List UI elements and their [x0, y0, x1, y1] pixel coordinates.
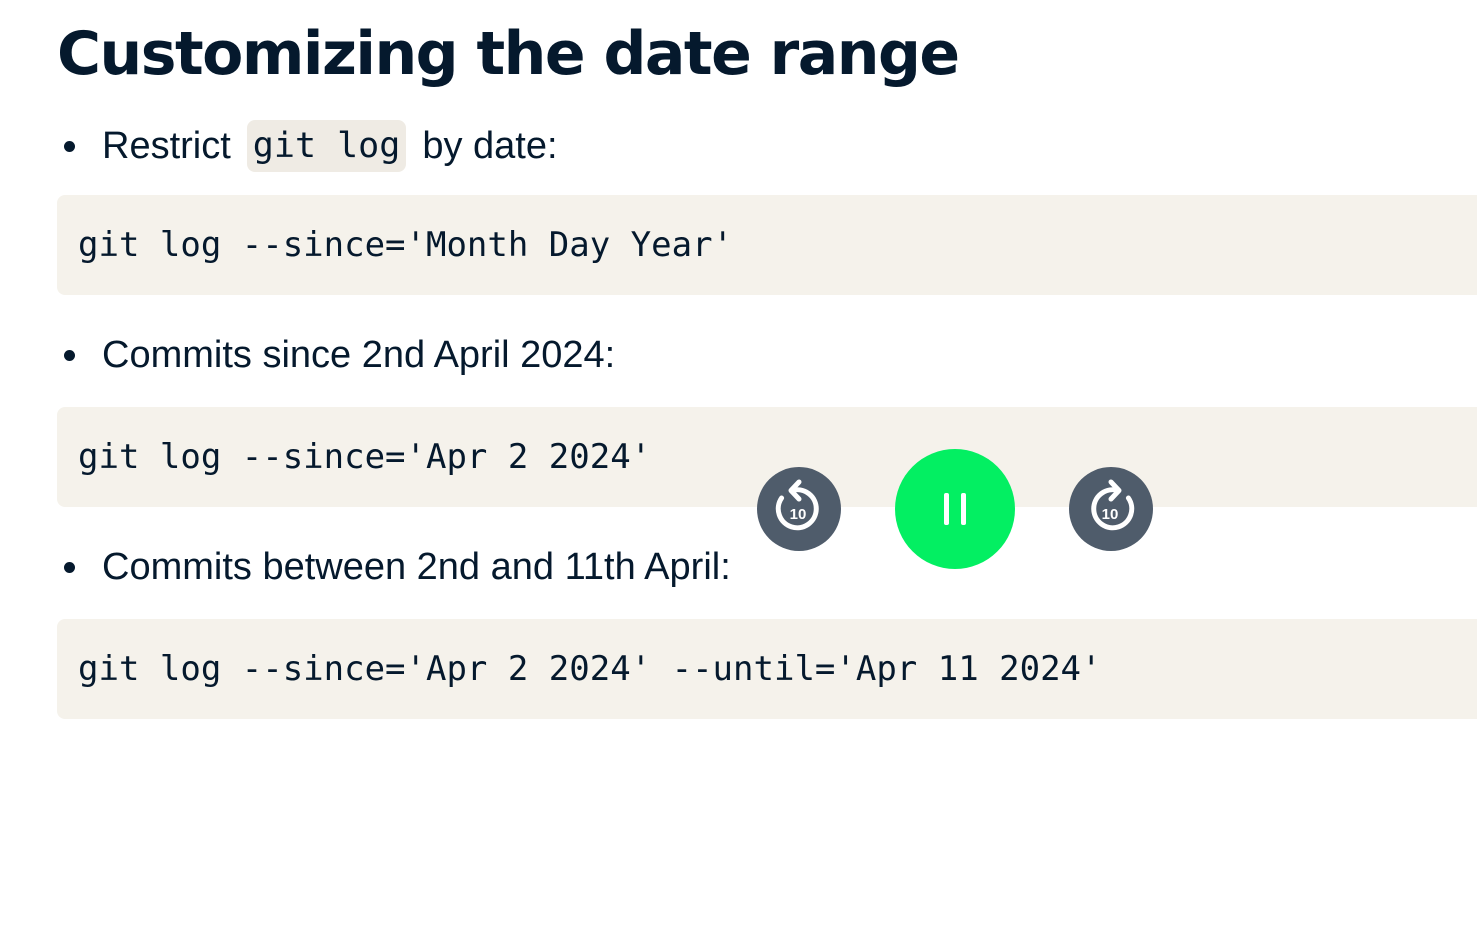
- slide-title: Customizing the date range: [57, 19, 960, 89]
- forward-seconds-label: 10: [1102, 506, 1119, 523]
- bullet-dot: [64, 562, 75, 573]
- bullet-text-before: Restrict: [102, 125, 231, 167]
- forward-10-button[interactable]: 10: [1069, 467, 1153, 551]
- rewind-seconds-label: 10: [790, 506, 807, 523]
- bullet-item-since: Commits since 2nd April 2024:: [64, 331, 616, 379]
- forward-10-icon: 10: [1091, 479, 1135, 531]
- inline-code-git-log: git log: [246, 120, 407, 172]
- code-block-since-until: git log --since='Apr 2 2024' --until='Ap…: [57, 619, 1477, 719]
- rewind-10-button[interactable]: 10: [757, 467, 841, 551]
- bullet-dot: [64, 350, 75, 361]
- code-line: git log --since='Month Day Year': [78, 225, 734, 265]
- bullet-text: Commits between 2nd and 11th April:: [102, 546, 731, 588]
- rewind-10-icon: 10: [775, 479, 819, 531]
- code-line: git log --since='Apr 2 2024' --until='Ap…: [78, 649, 1102, 689]
- code-line: git log --since='Apr 2 2024': [78, 437, 652, 477]
- code-block-since-template: git log --since='Month Day Year': [57, 195, 1477, 295]
- pause-icon: [944, 493, 966, 525]
- pause-button[interactable]: [895, 449, 1015, 569]
- bullet-text-after: by date:: [422, 125, 558, 167]
- bullet-dot: [64, 141, 75, 152]
- bullet-item-between: Commits between 2nd and 11th April:: [64, 543, 731, 591]
- bullet-text: Commits since 2nd April 2024:: [102, 334, 616, 376]
- bullet-item-restrict: Restrict git log by date:: [64, 120, 558, 172]
